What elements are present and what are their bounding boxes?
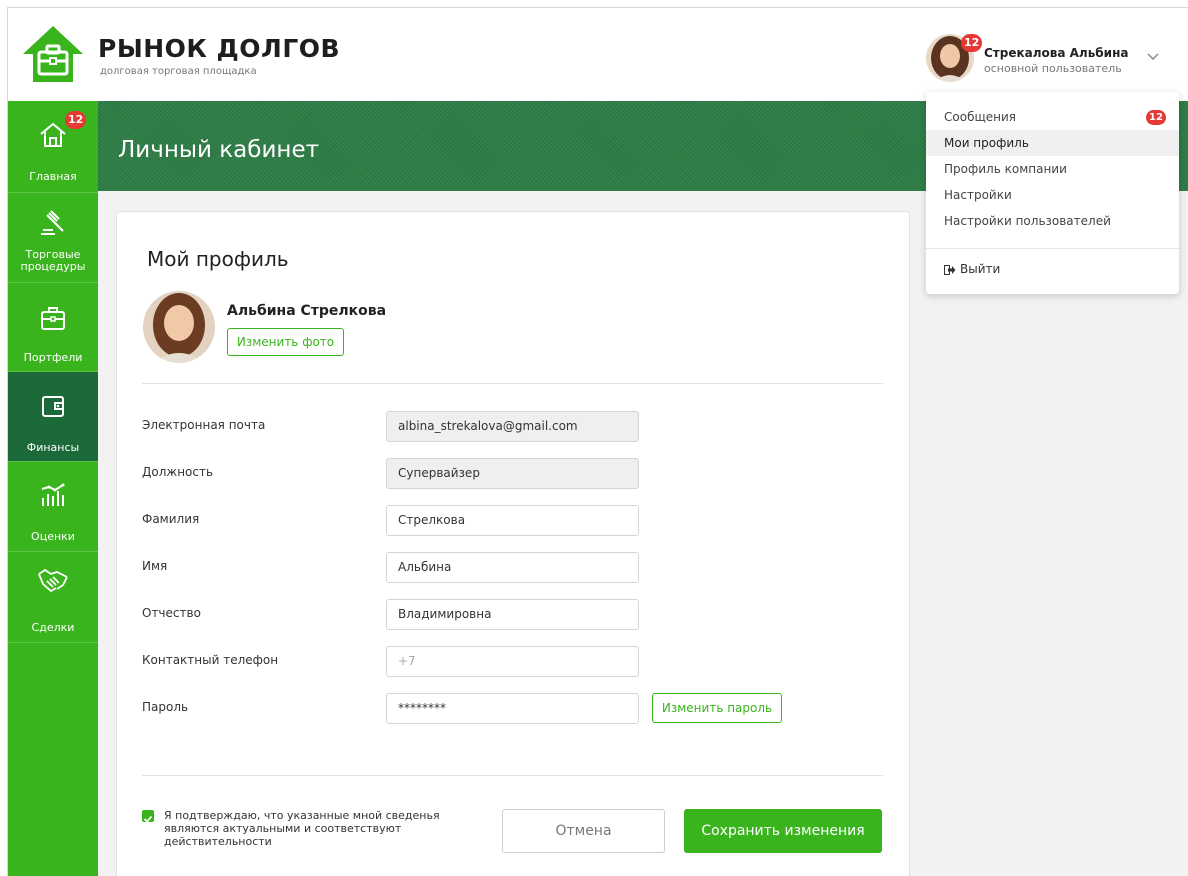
wallet-icon [42, 396, 64, 417]
sidebar-item-trading[interactable]: Торговые процедуры [8, 193, 98, 283]
profile-title: Мой профиль [147, 247, 289, 271]
confirm-text: Я подтверждаю, что указанные мной сведен… [164, 809, 440, 848]
user-menu-toggle[interactable]: 12 Стрекалова Альбина основной пользоват… [926, 34, 1171, 84]
handshake-icon [38, 568, 68, 593]
sidebar-item-finance[interactable]: Финансы [8, 372, 98, 462]
user-role: основной пользователь [984, 62, 1122, 75]
briefcase-icon [41, 307, 65, 330]
menu-item-label: Настройки пользователей [944, 214, 1111, 228]
sidebar: 12 Главная Торговые процедуры Портфели Ф… [8, 101, 98, 876]
gavel-icon [41, 210, 64, 235]
cancel-button[interactable]: Отмена [502, 809, 665, 853]
sidebar-item-label: Оценки [31, 530, 75, 543]
confirm-checkbox[interactable] [142, 810, 154, 823]
last-name-label: Фамилия [142, 512, 200, 526]
checkmark-icon [143, 815, 153, 823]
logo-icon [23, 26, 83, 82]
sidebar-item-label: Торговые процедуры [20, 248, 86, 273]
menu-item-label: Мои профиль [944, 136, 1029, 150]
divider [142, 383, 883, 384]
app-subtitle: долговая торговая площадка [100, 66, 257, 77]
menu-item-settings[interactable]: Настройки [926, 182, 1179, 208]
app-title: РЫНОК ДОЛГОВ [98, 34, 341, 63]
logout-icon [944, 264, 956, 275]
sidebar-item-home[interactable]: 12 Главная [8, 101, 98, 193]
first-name-field[interactable]: Альбина [386, 552, 639, 583]
menu-item-label: Сообщения [944, 110, 1017, 124]
save-button[interactable]: Сохранить изменения [684, 809, 882, 853]
sidebar-item-deals[interactable]: Сделки [8, 552, 98, 643]
home-icon [40, 122, 66, 147]
chevron-down-icon[interactable] [1146, 50, 1160, 64]
middle-name-field[interactable]: Владимировна [386, 599, 639, 630]
sidebar-item-label: Финансы [26, 441, 80, 454]
change-photo-button[interactable]: Изменить фото [227, 328, 344, 356]
menu-item-user-settings[interactable]: Настройки пользователей [926, 208, 1179, 234]
divider [142, 775, 883, 776]
chart-icon [41, 483, 65, 506]
menu-item-my-profile[interactable]: Мои профиль [926, 130, 1179, 156]
user-dropdown-menu: Сообщения 12 Мои профиль Профиль компани… [926, 92, 1179, 294]
last-name-field[interactable]: Стрелкова [386, 505, 639, 536]
sidebar-item-label: Портфели [23, 351, 83, 364]
profile-avatar [143, 291, 215, 363]
phone-label: Контактный телефон [142, 653, 279, 667]
logout-label: Выйти [960, 262, 1001, 276]
email-label: Электронная почта [142, 418, 266, 432]
first-name-label: Имя [142, 559, 168, 573]
notification-badge: 12 [961, 34, 983, 52]
sidebar-item-label: Сделки [31, 621, 75, 634]
middle-name-label: Отчество [142, 606, 201, 620]
position-field[interactable]: Супервайзер [386, 458, 639, 489]
messages-badge: 12 [1146, 110, 1166, 125]
profile-card: Мой профиль Альбина Стрелкова Изменить ф… [116, 211, 910, 876]
logout-button[interactable]: Выйти [944, 256, 1000, 282]
nav-badge: 12 [65, 111, 87, 129]
password-label: Пароль [142, 700, 189, 714]
email-field[interactable]: albina_strekalova@gmail.com [386, 411, 639, 442]
password-field[interactable]: ******** [386, 693, 639, 724]
menu-item-messages[interactable]: Сообщения 12 [926, 104, 1179, 130]
menu-item-label: Профиль компании [944, 162, 1067, 176]
sidebar-item-ratings[interactable]: Оценки [8, 462, 98, 552]
menu-item-label: Настройки [944, 188, 1012, 202]
sidebar-item-portfolios[interactable]: Портфели [8, 283, 98, 372]
page-title: Личный кабинет [118, 137, 319, 163]
position-label: Должность [142, 465, 214, 479]
sidebar-item-label: Главная [29, 170, 77, 183]
top-header: РЫНОК ДОЛГОВ долговая торговая площадка … [8, 8, 1188, 101]
phone-field[interactable]: +7 [386, 646, 639, 677]
profile-full-name: Альбина Стрелкова [227, 303, 387, 319]
menu-divider [926, 248, 1179, 249]
user-name: Стрекалова Альбина [984, 46, 1129, 60]
change-password-button[interactable]: Изменить пароль [652, 693, 782, 723]
menu-item-company-profile[interactable]: Профиль компании [926, 156, 1179, 182]
app-frame: РЫНОК ДОЛГОВ долговая торговая площадка … [7, 7, 1188, 876]
